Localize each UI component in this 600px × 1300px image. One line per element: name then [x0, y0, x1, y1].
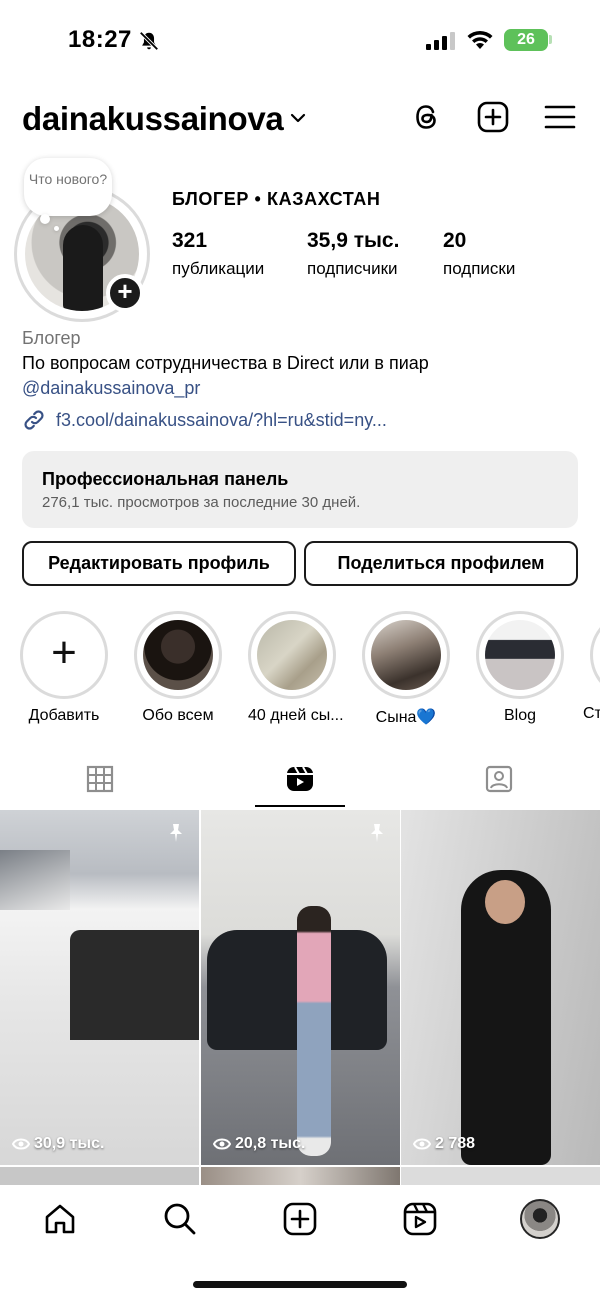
story-highlight-partial[interactable] [590, 611, 600, 699]
reels-icon[interactable] [402, 1201, 438, 1237]
view-count-value: 2 788 [435, 1135, 476, 1152]
reel-tile-partial[interactable] [401, 1167, 600, 1185]
stat-posts-value: 321 [172, 229, 208, 252]
story-highlight[interactable]: 40 дней сы... [248, 611, 344, 725]
story-highlight-ring[interactable] [248, 611, 336, 699]
professional-dashboard[interactable]: Профессиональная панель 276,1 тыс. просм… [22, 451, 578, 528]
wifi-icon [467, 30, 493, 49]
avatar-photo [63, 225, 103, 311]
note-bubble-tail-small [54, 226, 59, 231]
share-profile-button[interactable]: Поделиться профилем [304, 541, 578, 586]
eye-icon [412, 1138, 432, 1150]
profile-header: dainakussainova [0, 90, 600, 150]
reel-tile[interactable]: 30,9 тыс. [0, 810, 199, 1165]
story-highlight-ring[interactable] [476, 611, 564, 699]
view-count: 30,9 тыс. [11, 1135, 105, 1153]
story-label: Сына💙 [375, 709, 437, 726]
battery-indicator: 26 [504, 29, 548, 51]
reel-thumbnail-detail [70, 930, 199, 1040]
view-count-value: 30,9 тыс. [34, 1135, 105, 1152]
chevron-down-icon[interactable] [290, 110, 306, 126]
link-icon [24, 410, 44, 430]
battery-tip [549, 35, 552, 44]
story-add[interactable]: + Добавить [20, 611, 108, 725]
story-highlight-ring[interactable] [134, 611, 222, 699]
view-count-value: 20,8 тыс. [235, 1135, 306, 1152]
plus-icon: + [51, 628, 77, 677]
eye-icon [212, 1138, 232, 1150]
stat-posts[interactable]: 321 публикации [172, 229, 264, 279]
stat-following-value: 20 [443, 229, 467, 252]
reel-thumbnail-detail [0, 850, 70, 910]
add-story-plus-icon[interactable]: + [106, 274, 144, 312]
note-bubble-tail [40, 214, 50, 224]
stat-posts-label: публикации [172, 259, 265, 278]
reel-tile-partial[interactable] [0, 1167, 199, 1185]
bio-url-link[interactable]: f3.cool/dainakussainova/?hl=ru&stid=ny..… [56, 410, 387, 431]
story-label: Blog [503, 707, 537, 724]
search-icon[interactable] [162, 1201, 198, 1237]
pro-panel-subtitle: 276,1 тыс. просмотров за последние 30 дн… [42, 494, 361, 511]
reel-thumbnail-detail [297, 906, 331, 1156]
stat-followers-value: 35,9 тыс. [307, 229, 400, 252]
profile-tabs [0, 752, 600, 808]
view-count: 20,8 тыс. [212, 1135, 306, 1153]
story-highlight-ring[interactable] [362, 611, 450, 699]
story-label: 40 дней сы... [248, 707, 344, 724]
reel-tile-partial[interactable] [201, 1167, 400, 1185]
status-time: 18:27 [68, 26, 132, 53]
story-add-ring[interactable]: + [20, 611, 108, 699]
grid-icon[interactable] [85, 764, 115, 794]
story-cover [143, 620, 213, 690]
story-highlight[interactable]: Blog [476, 611, 564, 725]
reel-tile[interactable]: 2 788 [401, 810, 600, 1165]
story-cover [371, 620, 441, 690]
stat-following-label: подписки [443, 259, 516, 278]
story-label-partial: Ст [583, 705, 600, 722]
create-icon[interactable] [282, 1201, 318, 1237]
story-cover [257, 620, 327, 690]
story-highlight-ring[interactable] [590, 611, 600, 699]
reels-tab-icon[interactable] [285, 764, 315, 794]
bio-mention-link[interactable]: @dainakussainova_pr [22, 378, 200, 399]
note-bubble[interactable]: Что нового? [24, 158, 112, 216]
profile-category: БЛОГЕР • КАЗАХСТАН [172, 189, 381, 209]
edit-profile-button[interactable]: Редактировать профиль [22, 541, 296, 586]
tagged-icon[interactable] [484, 764, 514, 794]
status-bar: 18:27 26 [0, 0, 600, 80]
stat-followers-label: подписчики [307, 259, 398, 278]
bio-text: По вопросам сотрудничества в Direct или … [22, 353, 429, 373]
view-count: 2 788 [412, 1135, 476, 1153]
story-label: Обо всем [142, 707, 214, 724]
signal-icon [426, 32, 455, 50]
stat-following[interactable]: 20 подписки [443, 229, 515, 279]
bell-off-icon [139, 31, 159, 51]
story-highlight[interactable]: Сына💙 [362, 611, 450, 727]
threads-icon[interactable] [410, 100, 444, 134]
bio-category: Блогер [22, 328, 81, 348]
story-label: Добавить [28, 707, 100, 724]
battery-level: 26 [517, 31, 535, 48]
pin-icon [371, 824, 383, 842]
active-tab-indicator [255, 805, 345, 807]
story-cover [485, 620, 555, 690]
pin-icon [170, 824, 182, 842]
eye-icon [11, 1138, 31, 1150]
home-indicator [193, 1281, 407, 1288]
home-icon[interactable] [42, 1201, 78, 1237]
pro-panel-title: Профессиональная панель [42, 469, 289, 489]
profile-avatar-tab[interactable] [520, 1199, 560, 1239]
story-highlight[interactable]: Обо всем [134, 611, 222, 725]
reel-tile[interactable]: 20,8 тыс. [201, 810, 400, 1165]
stat-followers[interactable]: 35,9 тыс. подписчики [307, 229, 399, 279]
menu-icon[interactable] [543, 100, 577, 134]
create-post-icon[interactable] [476, 100, 510, 134]
reel-thumbnail-detail [485, 880, 525, 924]
username-switcher[interactable]: dainakussainova [22, 100, 284, 138]
